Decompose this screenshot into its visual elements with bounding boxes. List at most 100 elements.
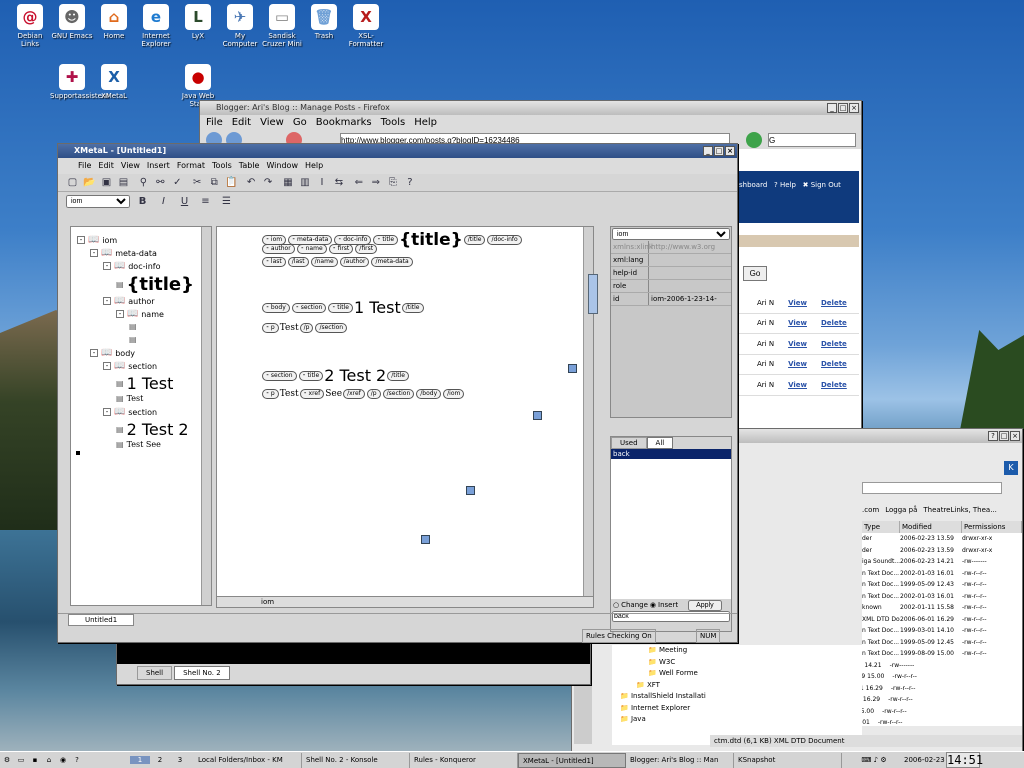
tree-node[interactable]: ▤	[129, 335, 140, 344]
view-link[interactable]: View	[788, 340, 807, 348]
tag-xref[interactable]: xref	[299, 389, 325, 399]
attribute-row[interactable]: help-id	[611, 267, 731, 280]
tree-node[interactable]: ▤	[129, 322, 140, 331]
collapse-icon[interactable]: -	[103, 362, 111, 370]
menu-table[interactable]: Table	[239, 158, 260, 174]
pager-desktop-1[interactable]: 1	[130, 756, 150, 764]
attribute-row[interactable]: xmlns:xlink http://www.w3.org	[611, 241, 731, 254]
maximize-icon[interactable]: □	[838, 103, 848, 113]
attr-element-select[interactable]: iom	[612, 228, 730, 240]
menu-help[interactable]: Help	[414, 115, 437, 131]
tab-shell-2[interactable]: Shell No. 2	[174, 666, 230, 680]
maximize-icon[interactable]: □	[714, 146, 724, 156]
help-icon[interactable]: ?	[988, 431, 998, 441]
tag-title-close[interactable]: /title	[463, 235, 486, 245]
firefox-titlebar[interactable]: Blogger: Ari's Blog :: Manage Posts - Fi…	[200, 101, 861, 115]
desktop-icon[interactable]: ✈ My Computer	[218, 4, 262, 48]
help-icon[interactable]: ?	[402, 175, 417, 190]
attribute-value[interactable]	[649, 267, 651, 279]
column-header[interactable]: Modified	[900, 521, 962, 533]
search-input[interactable]	[768, 133, 856, 147]
maximize-icon[interactable]: □	[999, 431, 1009, 441]
collapse-icon[interactable]: -	[77, 236, 85, 244]
collapse-icon[interactable]: -	[116, 310, 124, 318]
tree-folder[interactable]: Well Forme	[659, 669, 698, 677]
column-header[interactable]: Type	[862, 521, 900, 533]
attribute-value[interactable]: iom-2006-1-23-14-	[649, 293, 717, 305]
desktop-icon[interactable]: ⌂ Home	[92, 4, 136, 40]
tag-last-close[interactable]: /last	[287, 257, 309, 267]
tag-first-close[interactable]: /first	[355, 244, 378, 254]
menu-help[interactable]: Help	[305, 158, 323, 174]
nav-link-signout[interactable]: Sign Out	[811, 181, 841, 189]
tag-p[interactable]: p	[262, 389, 279, 399]
menu-view[interactable]: View	[121, 158, 140, 174]
tree-node[interactable]: ▤ Test	[116, 394, 143, 403]
replace-icon[interactable]: ⚯	[153, 175, 168, 190]
menu-tools[interactable]: Tools	[212, 158, 232, 174]
view-link[interactable]: View	[788, 299, 807, 307]
tree-scrollbar[interactable]	[201, 227, 211, 605]
file-row[interactable]: n Text Doc... 1999-05-09 12.45 -rw-r--r--	[862, 637, 1022, 649]
close-icon[interactable]: ×	[849, 103, 859, 113]
tree-folder[interactable]: Meeting	[659, 646, 687, 654]
view-link[interactable]: View	[788, 360, 807, 368]
new-icon[interactable]: ▢	[65, 175, 80, 190]
help-icon[interactable]: ?	[70, 756, 84, 764]
paste-icon[interactable]: 📋	[224, 175, 239, 190]
tree-node[interactable]: - 📖 section	[103, 361, 157, 371]
structure-pane[interactable]: - 📖 iom - 📖 meta-data - 📖 doc-info ▤ {title} - 📖 auth…	[70, 226, 212, 606]
validate-icon[interactable]: ⎘	[385, 175, 400, 190]
home-icon[interactable]: ⌂	[42, 756, 56, 764]
file-row[interactable]: iga Soundt... 2006-02-23 14.21 -rw-------	[862, 556, 1022, 568]
close-icon[interactable]: ×	[1010, 431, 1020, 441]
insert-radio[interactable]: ◉	[650, 601, 656, 609]
file-row[interactable]: der 2006-02-23 13.59 drwxr-xr-x	[862, 545, 1022, 557]
xmetal-window[interactable]: XMetaL - [Untitled1] _ □ × File Edit View Ins…	[57, 143, 738, 643]
konsole-window[interactable]: Shell Shell No. 2	[116, 643, 591, 685]
tag-section-close[interactable]: /section	[382, 389, 415, 399]
xmetal-titlebar[interactable]: XMetaL - [Untitled1] _ □ ×	[58, 144, 737, 158]
tag-title[interactable]: title	[298, 370, 324, 381]
back-icon[interactable]: ⇐	[351, 175, 366, 190]
tag-title-close[interactable]: /title	[401, 302, 424, 313]
save-icon[interactable]: ▣	[99, 175, 114, 190]
table-icon[interactable]: ▦	[281, 175, 296, 190]
tag-xref-close[interactable]: /xref	[343, 389, 365, 399]
para-1[interactable]: Test	[280, 323, 299, 333]
cut-icon[interactable]: ✂	[190, 175, 205, 190]
tree-folder[interactable]: InstallShield Installati	[631, 692, 706, 700]
tag-last[interactable]: last	[262, 257, 286, 267]
apply-button[interactable]: Apply	[688, 599, 722, 611]
element-list-item[interactable]: back	[611, 449, 731, 459]
tree-node[interactable]: - 📖 author	[103, 296, 155, 306]
desktop-icon[interactable]: L LyX	[176, 4, 220, 40]
file-row[interactable]: HTML.rls 450,9 KB Unknown2000-03-31 15.0…	[862, 717, 1022, 726]
browser-icon[interactable]: ◉	[56, 756, 70, 764]
desktop-icon[interactable]: ✚ Supportassistent	[50, 64, 109, 100]
tree-node[interactable]: ▤ 2 Test 2	[116, 420, 189, 439]
menu-window[interactable]: Window	[266, 158, 298, 174]
title-placeholder[interactable]: {title}	[399, 230, 463, 250]
menu-file[interactable]: File	[206, 115, 223, 131]
menu-insert[interactable]: Insert	[147, 158, 170, 174]
insert-element-icon[interactable]: ⇆	[332, 175, 347, 190]
tab-all[interactable]: All	[646, 437, 674, 449]
redo-icon[interactable]: ↷	[261, 175, 276, 190]
collapse-icon[interactable]: -	[90, 249, 98, 257]
cursor-icon[interactable]: I	[315, 175, 330, 190]
tag-author-close[interactable]: /author	[339, 257, 370, 267]
desktop-icon[interactable]: 🗑 Trash	[302, 4, 346, 40]
heading-1[interactable]: 1 Test	[354, 298, 401, 317]
tree-node[interactable]: - 📖 section	[103, 407, 157, 417]
menu-file[interactable]: File	[78, 158, 91, 174]
tree-node[interactable]: - 📖 name	[116, 309, 164, 319]
tag-p[interactable]: p	[262, 323, 279, 333]
document-pane[interactable]: iommeta-datadoc-infotitle{title}/title/d…	[216, 226, 594, 606]
delete-link[interactable]: Delete	[821, 299, 847, 307]
collapse-icon[interactable]: -	[103, 408, 111, 416]
bold-button[interactable]: B	[135, 194, 150, 209]
desktop-icon[interactable]: X XMetaL	[92, 64, 136, 100]
go-icon[interactable]	[746, 132, 762, 148]
file-row[interactable]: n Text Doc... 2002-01-03 16.01 -rw-r--r--	[862, 568, 1022, 580]
